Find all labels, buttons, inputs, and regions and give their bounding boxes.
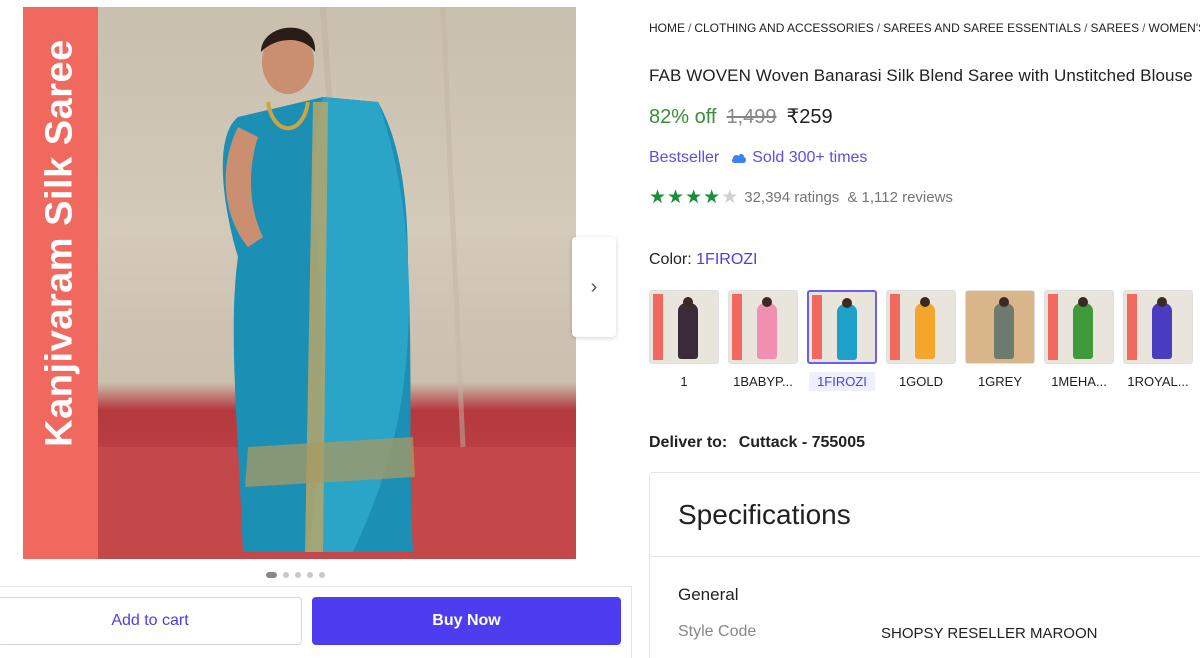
breadcrumb: HOME / CLOTHING AND ACCESSORIES / SAREES AND…	[649, 21, 1200, 35]
banner-strip: Kanjivaram Silk Saree	[23, 7, 98, 559]
swatch-thumbnail	[649, 290, 719, 364]
star-icon: ★	[685, 187, 703, 208]
banner-text: Kanjivaram Silk Saree	[38, 39, 81, 447]
swatch-thumbnail	[1123, 290, 1193, 364]
swatch-label: 1GOLD	[898, 374, 944, 389]
swatch-label: 1MEHA...	[1051, 374, 1107, 389]
reviews-count: & 1,112 reviews	[847, 189, 953, 206]
delivery-location: Cuttack - 755005	[738, 434, 865, 451]
sold-count-badge: Sold 300+ times	[731, 149, 867, 167]
cloud-icon	[731, 151, 747, 165]
breadcrumb-item[interactable]: CLOTHING AND ACCESSORIES	[694, 21, 873, 35]
specifications-card: Specifications General Style Code SHOPSY…	[649, 472, 1200, 658]
color-label: Color: 1FIROZI	[649, 251, 757, 269]
color-swatch[interactable]: 1GOLD	[886, 290, 956, 391]
next-image-button[interactable]: ›	[572, 237, 616, 337]
swatch-label: 1BABYP...	[733, 374, 793, 389]
sold-count-text: Sold 300+ times	[752, 149, 868, 166]
chevron-right-icon: ›	[590, 276, 598, 298]
swatch-label: 1ROYAL...	[1127, 374, 1189, 389]
specifications-heading: Specifications	[678, 499, 851, 530]
breadcrumb-item[interactable]: WOMEN'S SAREES	[1149, 21, 1200, 35]
ratings-count: 32,394 ratings	[744, 189, 840, 206]
star-icon: ★	[703, 187, 721, 208]
carousel-dot[interactable]	[307, 572, 313, 578]
color-swatch[interactable]: 1MEHA...	[1044, 290, 1114, 391]
color-swatch[interactable]: 1	[649, 290, 719, 391]
color-swatches: 1 1BABYP... 1FIROZI 1GOLD 1GREY 1MEHA...…	[649, 290, 1193, 391]
star-icon: ★	[649, 187, 667, 208]
selected-color: 1FIROZI	[696, 251, 758, 268]
spec-value: SHOPSY RESELLER MAROON	[881, 625, 1098, 642]
swatch-thumbnail	[807, 290, 877, 364]
breadcrumb-item[interactable]: SAREES AND SAREE ESSENTIALS	[883, 21, 1081, 35]
carousel-dot[interactable]	[283, 572, 289, 578]
add-to-cart-button[interactable]: Add to cart	[0, 597, 302, 645]
carousel-dots	[266, 572, 325, 578]
color-label-text: Color:	[649, 251, 692, 268]
discount-percent: 82% off	[649, 106, 717, 128]
color-swatch-selected[interactable]: 1FIROZI	[807, 290, 877, 391]
price-row: 82% off 1,499 ₹259	[649, 104, 833, 129]
swatch-thumbnail	[886, 290, 956, 364]
bestseller-badge: Bestseller	[649, 149, 720, 166]
swatch-thumbnail	[965, 290, 1035, 364]
breadcrumb-item[interactable]: HOME	[649, 21, 685, 35]
swatch-thumbnail	[1044, 290, 1114, 364]
product-details: HOME / CLOTHING AND ACCESSORIES / SAREES AND…	[649, 0, 1200, 658]
breadcrumb-item[interactable]: SAREES	[1090, 21, 1139, 35]
star-icon: ★	[721, 187, 739, 208]
color-swatch[interactable]: 1GREY	[965, 290, 1035, 391]
spec-key: Style Code	[678, 623, 757, 640]
image-gallery: Kanjivaram Silk Saree › Add to cart Buy …	[0, 0, 635, 658]
star-icon: ★	[667, 187, 685, 208]
product-title: FAB WOVEN Woven Banarasi Silk Blend Sare…	[649, 66, 1193, 85]
original-price: 1,499	[726, 106, 777, 128]
star-rating: ★ ★ ★ ★ ★	[649, 188, 738, 207]
deliver-label: Deliver to:	[649, 434, 728, 451]
swatch-label: 1GREY	[977, 374, 1023, 389]
selling-price: ₹259	[786, 106, 833, 128]
product-main-image[interactable]: Kanjivaram Silk Saree	[23, 7, 576, 559]
carousel-dot[interactable]	[266, 572, 277, 578]
spec-section-title: General	[678, 585, 739, 604]
swatch-thumbnail	[728, 290, 798, 364]
carousel-dot[interactable]	[295, 572, 301, 578]
color-swatch[interactable]: 1BABYP...	[728, 290, 798, 391]
swatch-label: 1FIROZI	[809, 372, 875, 391]
carousel-dot[interactable]	[319, 572, 325, 578]
color-swatch[interactable]: 1ROYAL...	[1123, 290, 1193, 391]
delivery-info[interactable]: Deliver to: Cuttack - 755005	[649, 434, 865, 452]
swatch-label: 1	[680, 374, 688, 389]
saree-model-illustration	[23, 7, 576, 559]
divider	[650, 556, 1200, 557]
rating-row[interactable]: ★ ★ ★ ★ ★ 32,394 ratings & 1,112 reviews	[649, 188, 953, 207]
buy-now-button[interactable]: Buy Now	[312, 597, 621, 645]
action-bar: Add to cart Buy Now	[0, 586, 632, 658]
badges-row: Bestseller Sold 300+ times	[649, 149, 867, 167]
